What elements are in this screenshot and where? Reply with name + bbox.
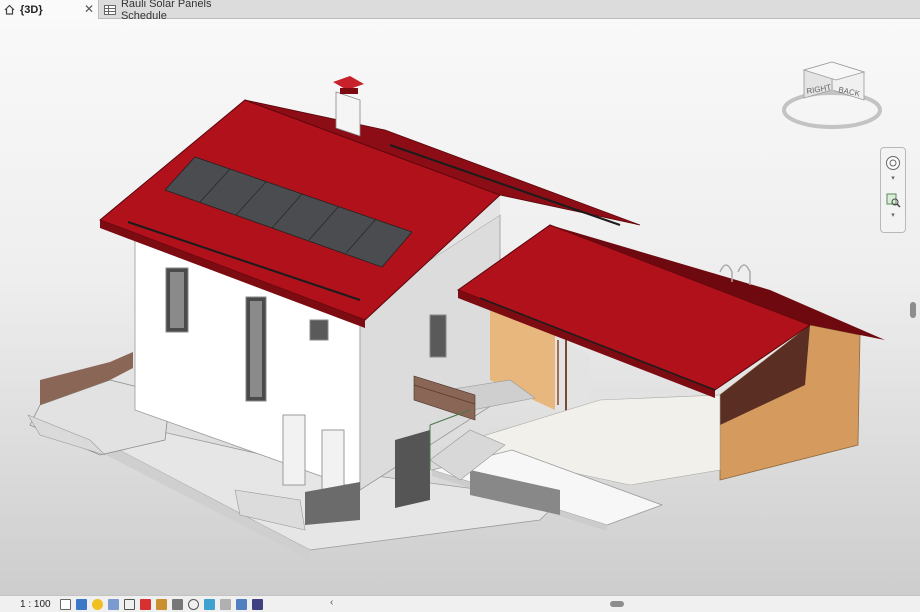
highlight-displacement-icon[interactable]	[236, 598, 247, 610]
chimney	[335, 91, 361, 137]
window	[429, 314, 447, 358]
crop-view-icon[interactable]	[124, 598, 135, 610]
schedule-table-icon	[104, 4, 116, 15]
vertical-scrollbar[interactable]	[906, 19, 920, 595]
viewcube[interactable]: RIGHT BACK	[780, 48, 892, 135]
detail-level-icon[interactable]	[60, 598, 71, 610]
chevron-down-icon[interactable]: ▾	[881, 211, 905, 219]
close-tab-icon[interactable]: ✕	[84, 2, 94, 16]
sun-path-icon[interactable]	[92, 598, 103, 610]
show-crop-region-icon[interactable]	[140, 598, 151, 610]
visual-style-icon[interactable]	[76, 598, 87, 610]
chevron-down-icon[interactable]: ▾	[881, 174, 905, 182]
constraints-icon[interactable]	[252, 598, 263, 610]
door	[282, 414, 306, 486]
tab-schedule-view[interactable]: Rauli Solar Panels Schedule	[100, 0, 260, 22]
view-scale[interactable]: 1 : 100	[0, 599, 60, 610]
scroll-left-icon[interactable]: ‹	[330, 597, 333, 608]
vertical-scroll-thumb[interactable]	[910, 302, 916, 318]
temporary-view-properties-icon[interactable]	[204, 598, 215, 610]
temporary-hide-icon[interactable]	[172, 598, 183, 610]
tab-3d-view[interactable]: {3D} ✕	[0, 0, 99, 19]
home-icon	[4, 4, 15, 15]
horizontal-scrollbar[interactable]: ‹	[330, 597, 898, 608]
show-analytical-model-icon[interactable]	[220, 598, 231, 610]
unlock-3d-view-icon[interactable]	[156, 598, 167, 610]
navigation-bar: ▾ ▾	[880, 147, 906, 233]
tab-label: {3D}	[20, 3, 43, 16]
window	[309, 319, 329, 341]
view-tab-bar: {3D} ✕ Rauli Solar Panels Schedule	[0, 0, 920, 22]
door	[321, 429, 345, 493]
steering-wheel-icon[interactable]	[881, 155, 905, 174]
view-control-bar: 1 : 100 ‹	[0, 595, 920, 612]
reveal-hidden-icon[interactable]	[188, 598, 199, 610]
viewcube-compass-ring	[782, 91, 882, 129]
horizontal-scroll-thumb[interactable]	[610, 601, 624, 607]
zoom-region-icon[interactable]	[881, 192, 905, 211]
shadows-icon[interactable]	[108, 598, 119, 610]
